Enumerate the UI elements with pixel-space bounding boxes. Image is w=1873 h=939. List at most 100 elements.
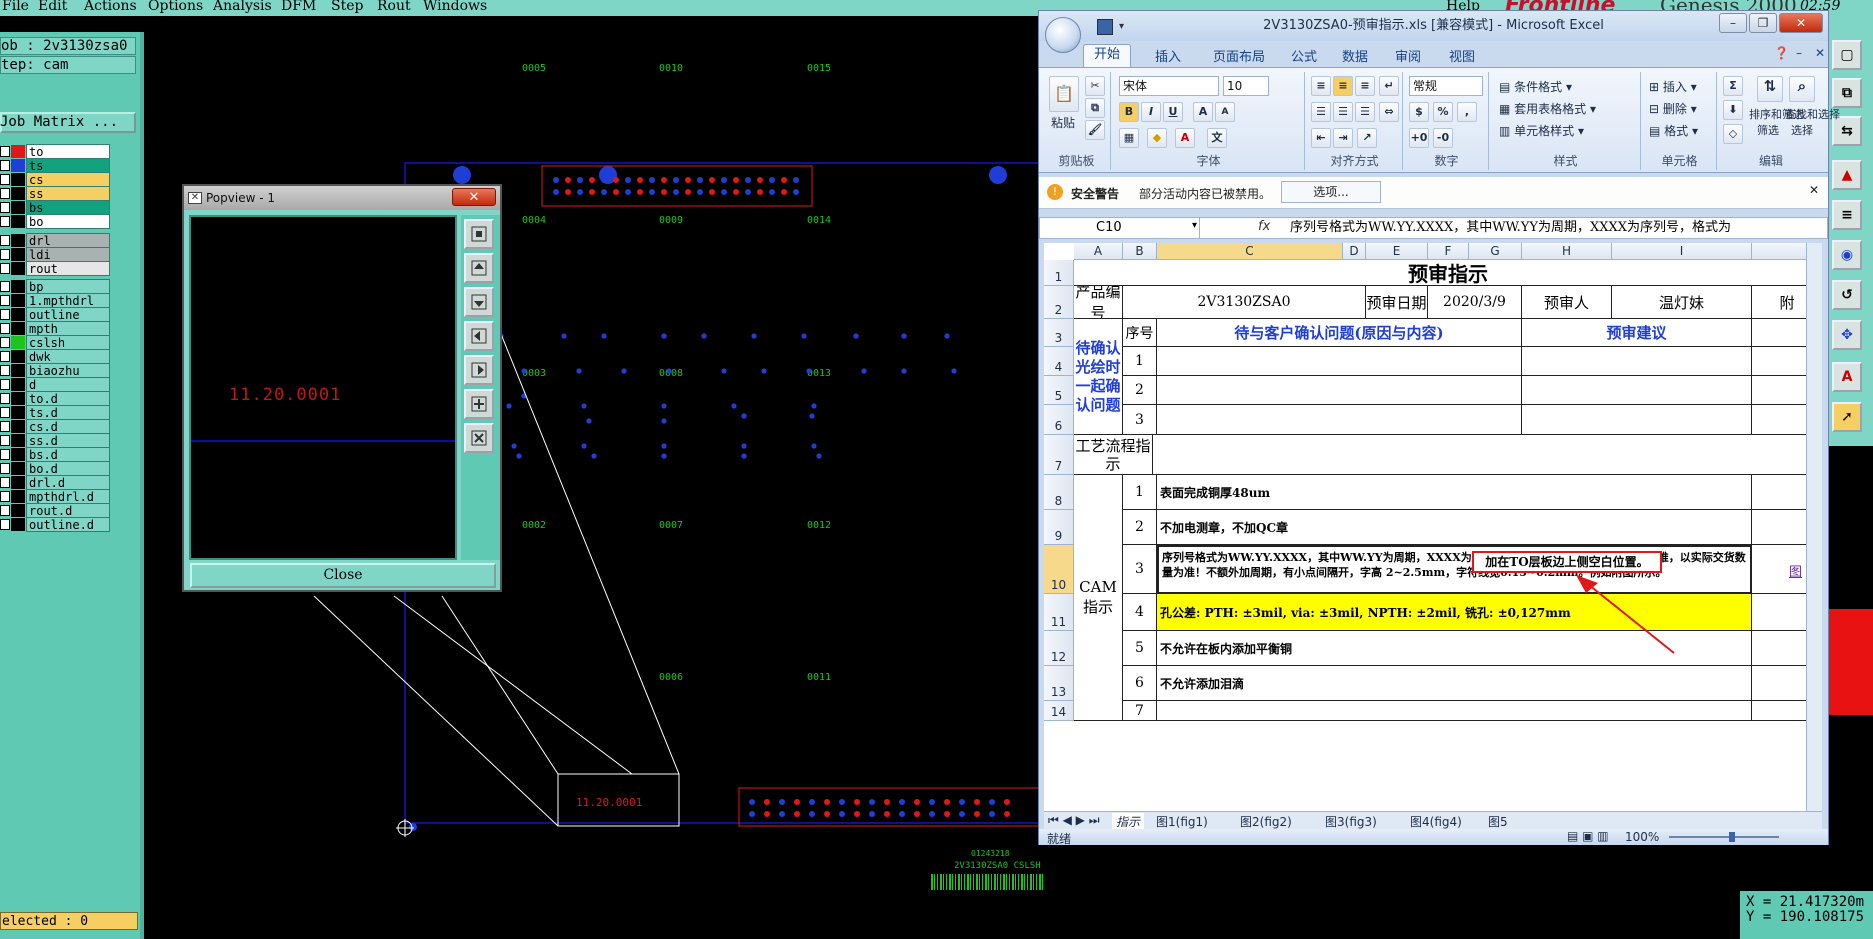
toolbar-button[interactable]: ↺ <box>1832 280 1862 310</box>
spreadsheet-grid[interactable]: A B C D E F G H I 1 2 3 4 5 6 7 8 9 10 11 12 13 14 预审指示 产品编号 2V31… <box>1044 243 1822 811</box>
popview-titlebar[interactable]: ✕ Popview - 1 ✕ <box>184 186 500 210</box>
sheet-title[interactable]: 预审指示 <box>1074 260 1822 286</box>
item-text[interactable]: 不允许添加泪滴 <box>1157 666 1752 701</box>
layer-name[interactable]: rout.d <box>26 503 110 518</box>
item-number[interactable]: 4 <box>1123 594 1157 631</box>
layer-name[interactable]: drl.d <box>26 475 110 490</box>
layer-name[interactable]: cs.d <box>26 419 110 434</box>
layer-checkbox[interactable] <box>0 160 10 171</box>
row-header[interactable]: 9 <box>1044 510 1074 545</box>
layer-name[interactable]: ts.d <box>26 405 110 420</box>
function-icon[interactable]: fx <box>1258 219 1270 234</box>
border-icon[interactable]: ▦ <box>1119 128 1139 148</box>
column-header[interactable]: F <box>1428 243 1469 260</box>
layer-row[interactable]: ts <box>0 158 112 173</box>
sort-filter-sub-label[interactable]: 筛选 <box>1757 122 1779 138</box>
tab-insert[interactable]: 插入 <box>1155 46 1181 65</box>
column-header[interactable]: B <box>1123 243 1157 260</box>
item-number[interactable]: 7 <box>1123 701 1157 721</box>
layer-checkbox[interactable] <box>0 435 10 446</box>
layer-checkbox[interactable] <box>0 491 10 502</box>
layer-name[interactable]: dwk <box>26 349 110 364</box>
zoom-in-button[interactable] <box>464 389 494 419</box>
security-options-button[interactable]: 选项... <box>1281 181 1381 203</box>
sheet-tab[interactable]: 图3(fig3) <box>1325 813 1377 830</box>
tab-page-layout[interactable]: 页面布局 <box>1213 46 1265 65</box>
layer-row[interactable]: rout.d <box>0 503 112 518</box>
layer-name[interactable]: outline.d <box>26 517 110 532</box>
reviewer-label[interactable]: 预审人 <box>1522 286 1612 319</box>
paste-icon[interactable]: 📋 <box>1049 76 1079 112</box>
layer-checkbox[interactable] <box>0 477 10 488</box>
cell[interactable] <box>1157 405 1522 435</box>
insert-cells-button[interactable]: ⊞ 插入 ▾ <box>1649 78 1697 95</box>
layer-row[interactable]: mpth <box>0 321 112 336</box>
format-painter-icon[interactable]: 🖌 <box>1085 120 1105 140</box>
bold-icon[interactable]: B <box>1119 102 1139 122</box>
pan-up-button[interactable] <box>464 253 494 283</box>
cell[interactable] <box>1522 347 1752 376</box>
layer-row[interactable]: bo <box>0 214 112 229</box>
process-label[interactable]: 工艺流程指示 <box>1074 435 1153 475</box>
layer-name[interactable]: cs <box>26 172 110 187</box>
column-header[interactable]: C <box>1157 243 1343 260</box>
row-header[interactable]: 10 <box>1044 545 1074 594</box>
column-header[interactable]: D <box>1343 243 1366 260</box>
decrease-decimal-icon[interactable]: -0 <box>1433 128 1453 148</box>
layer-name[interactable]: biaozhu <box>26 363 110 378</box>
copy-icon[interactable]: ⧉ <box>1085 98 1105 118</box>
layer-name[interactable]: bo <box>26 214 110 229</box>
row-header[interactable]: 12 <box>1044 631 1074 666</box>
layer-row[interactable]: mpthdrl.d <box>0 489 112 504</box>
layer-row[interactable]: d <box>0 377 112 392</box>
cam-label[interactable]: CAM指示 <box>1074 475 1123 721</box>
layer-row[interactable]: 1.mpthdrl <box>0 293 112 308</box>
cell[interactable] <box>1522 376 1752 405</box>
layer-checkbox[interactable] <box>0 295 10 306</box>
autosum-icon[interactable]: Σ <box>1723 76 1743 96</box>
phonetic-icon[interactable]: 文 <box>1207 128 1227 148</box>
item-number[interactable]: 1 <box>1123 475 1157 510</box>
sheet-tab[interactable]: 图5 <box>1488 813 1508 830</box>
pointer-tool-button[interactable]: ➚ <box>1832 402 1862 432</box>
delete-cells-button[interactable]: ⊟ 删除 ▾ <box>1649 100 1697 117</box>
find-select-sub-label[interactable]: 选择 <box>1791 122 1813 138</box>
row-header[interactable]: 7 <box>1044 435 1074 475</box>
layer-row[interactable]: biaozhu <box>0 363 112 378</box>
layer-name[interactable]: to.d <box>26 391 110 406</box>
underline-icon[interactable]: U <box>1163 102 1183 122</box>
minimize-button[interactable]: – <box>1719 13 1747 33</box>
fill-color-icon[interactable]: ◆ <box>1147 128 1167 148</box>
layer-name[interactable]: drl <box>26 233 110 248</box>
format-as-table-button[interactable]: ▦ 套用表格格式 ▾ <box>1499 100 1596 117</box>
layer-checkbox[interactable] <box>0 379 10 390</box>
layer-checkbox[interactable] <box>0 365 10 376</box>
menu-windows[interactable]: Windows <box>423 0 487 14</box>
toolbar-button[interactable]: ◉ <box>1832 240 1862 270</box>
pending-row-number[interactable]: 1 <box>1123 347 1157 376</box>
item-number[interactable]: 6 <box>1123 666 1157 701</box>
font-size-select[interactable]: 10 <box>1223 76 1269 96</box>
column-header[interactable]: H <box>1522 243 1612 260</box>
job-matrix-button[interactable]: Job Matrix ... <box>0 112 136 133</box>
layer-name[interactable]: bo.d <box>26 461 110 476</box>
align-left-icon[interactable]: ☰ <box>1311 102 1331 122</box>
sort-filter-icon[interactable]: ⇅ <box>1757 76 1783 102</box>
layer-name[interactable]: outline <box>26 307 110 322</box>
vertical-scrollbar[interactable] <box>1806 243 1822 811</box>
layer-row[interactable]: dwk <box>0 349 112 364</box>
layer-checkbox[interactable] <box>0 519 10 530</box>
layer-name[interactable]: cslsh <box>26 335 110 350</box>
layer-name[interactable]: ss.d <box>26 433 110 448</box>
row-header[interactable]: 5 <box>1044 376 1074 405</box>
align-middle-icon[interactable]: ≡ <box>1333 76 1353 96</box>
row-header[interactable]: 6 <box>1044 405 1074 435</box>
ribbon-minimize-icon[interactable]: – <box>1796 46 1802 60</box>
layer-checkbox[interactable] <box>0 463 10 474</box>
toolbar-button[interactable]: ≡ <box>1832 200 1862 230</box>
cut-icon[interactable]: ✂ <box>1085 76 1105 96</box>
seq-header[interactable]: 序号 <box>1123 319 1157 347</box>
menu-edit[interactable]: Edit <box>38 0 67 14</box>
sheet-tab[interactable]: 指示 <box>1112 813 1145 830</box>
layer-row[interactable]: ts.d <box>0 405 112 420</box>
